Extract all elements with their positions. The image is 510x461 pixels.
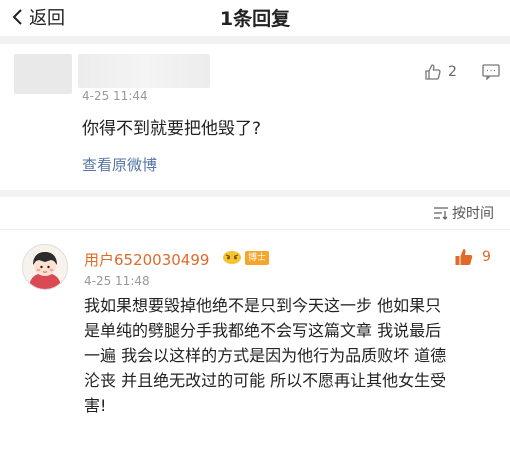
view-original-post-link[interactable]: 查看原微博 [82,154,157,175]
original-comment: 2 4-25 11:44 你得不到就要把他毁了? 查看原微博 [0,44,510,190]
original-comment-text: 你得不到就要把他毁了? [82,119,262,139]
reply-like-button[interactable]: 9 [454,247,491,267]
page-title: 1条回复 [219,8,291,30]
emoji-badge-icon [223,251,241,264]
reply-text: 我如果想要毁掉他绝不是只到今天这一步 他如果只 是单纯的劈腿分手我都绝不会写这篇… [84,293,496,418]
user-avatar[interactable] [22,244,68,290]
sort-bar: 按时间 [0,197,510,229]
comment-icon[interactable] [482,64,500,80]
thumbs-up-filled-icon [455,249,473,265]
sort-label: 按时间 [452,206,494,222]
doctor-badge: 博士 [245,251,270,265]
reply-text-line: 我如果想要毁掉他绝不是只到今天这一步 他如果只 [84,296,442,315]
reply-comment: 用户6520030499 博士 9 4-25 11:48 我如果想要毁掉他绝不是… [0,230,510,461]
section-separator [0,190,510,197]
blurred-username [78,54,210,88]
reply-username[interactable]: 用户6520030499 [84,249,209,270]
original-like-button[interactable]: 2 [424,63,457,81]
original-timestamp: 4-25 11:44 [82,89,148,103]
blurred-avatar [14,54,72,94]
section-separator [0,36,510,44]
thumbs-up-icon [425,64,441,80]
reply-text-line: 害! [84,396,107,415]
reply-timestamp: 4-25 11:48 [84,274,150,288]
original-like-count: 2 [448,64,457,80]
top-bar: 返回 1条回复 [0,0,510,36]
sort-by-time-button[interactable]: 按时间 [433,203,494,223]
reply-text-line: 是单纯的劈腿分手我都绝不会写这篇文章 我说最后 [84,321,442,340]
sort-icon [434,207,448,220]
reply-text-line: 一遍 我会以这样的方式是因为他行为品质败坏 道德 [84,346,447,365]
reply-like-count: 9 [482,249,491,265]
reply-text-line: 沦丧 并且绝无改过的可能 所以不愿再让其他女生受 [84,371,447,390]
